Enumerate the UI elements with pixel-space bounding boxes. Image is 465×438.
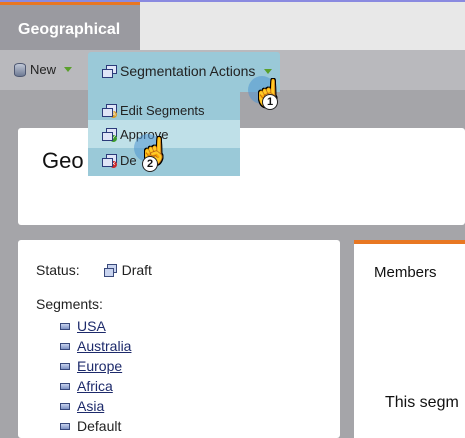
summary-panel: Geo <box>18 128 465 225</box>
segment-link-asia[interactable]: Asia <box>77 398 104 414</box>
status-value: Draft <box>121 262 152 278</box>
list-item: Africa <box>60 376 131 396</box>
segment-icon <box>60 342 70 350</box>
segments-label: Segments: <box>36 296 103 312</box>
approve-icon: ✓ <box>102 128 117 142</box>
members-body-text: This segm <box>385 394 459 411</box>
dropdown-arrow-icon <box>264 68 273 74</box>
details-panel: Status: Draft Segments: USA Australia Eu… <box>18 240 340 438</box>
segments-list: USA Australia Europe Africa Asia Default <box>60 316 131 436</box>
segmentation-icon <box>102 65 117 78</box>
members-label: Members <box>374 264 437 281</box>
segment-link-africa[interactable]: Africa <box>77 378 113 394</box>
geographical-tab[interactable]: Geographical <box>0 2 140 50</box>
segment-icon <box>60 322 70 330</box>
list-item: Asia <box>60 396 131 416</box>
segment-link-australia[interactable]: Australia <box>77 338 131 354</box>
step-badge: 1 <box>262 94 278 110</box>
page-title: Geo <box>42 148 84 173</box>
status-label: Status: <box>36 262 80 278</box>
draft-icon <box>103 264 117 277</box>
segment-icon <box>60 362 70 370</box>
status-row: Status: Draft <box>36 262 152 278</box>
segment-icon <box>60 382 70 390</box>
geographical-tab-label: Geographical <box>18 21 121 38</box>
step-badge: 2 <box>142 156 158 172</box>
menu-item-label: Edit Segments <box>120 102 205 118</box>
segment-link-europe[interactable]: Europe <box>77 358 122 374</box>
list-item: Europe <box>60 356 131 376</box>
list-item: Default <box>60 416 131 436</box>
delete-icon: × <box>102 154 117 168</box>
segment-icon <box>60 402 70 410</box>
list-item: Australia <box>60 336 131 356</box>
menu-item-label: De <box>120 152 137 168</box>
segment-link-usa[interactable]: USA <box>77 318 106 334</box>
list-item: USA <box>60 316 131 336</box>
edit-icon: ✎ <box>102 104 117 118</box>
dropdown-arrow-icon <box>64 67 73 72</box>
segmentation-actions-label: Segmentation Actions <box>120 63 256 79</box>
segment-default: Default <box>77 418 122 434</box>
database-icon <box>14 62 26 77</box>
members-panel: Members This segm <box>354 240 465 438</box>
new-button[interactable]: New <box>14 62 73 77</box>
new-button-label: New <box>30 62 57 77</box>
segment-icon <box>60 422 70 430</box>
